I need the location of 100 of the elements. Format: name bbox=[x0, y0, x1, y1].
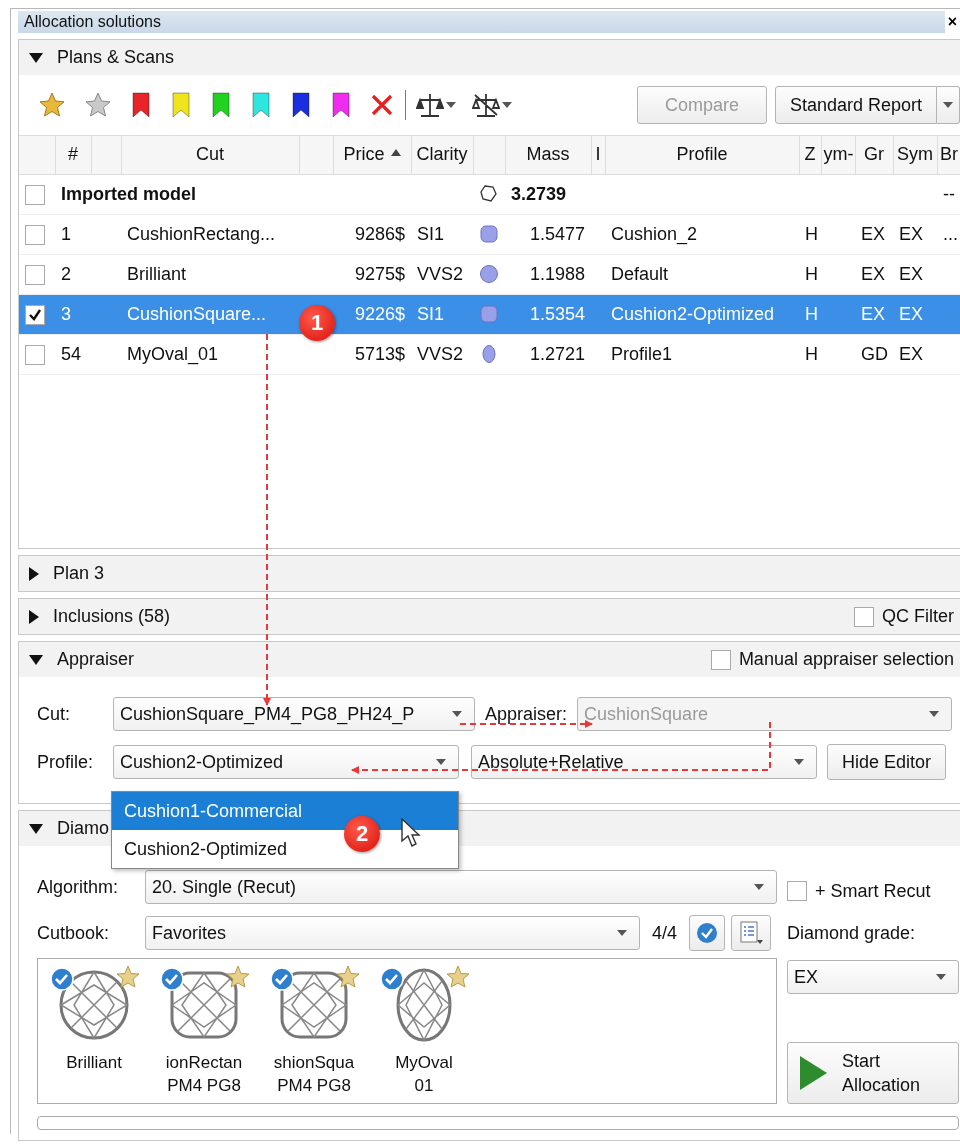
close-button[interactable]: × bbox=[944, 13, 960, 31]
panel-header[interactable]: Plan 3 bbox=[19, 556, 960, 591]
column-header[interactable]: Gr bbox=[855, 136, 893, 174]
gem-shape-icon bbox=[479, 344, 499, 364]
table-cell: EX bbox=[893, 334, 937, 374]
checkbox-label: + Smart Recut bbox=[815, 880, 931, 902]
panel-title: Inclusions (58) bbox=[53, 606, 171, 627]
cut-dropdown[interactable]: CushionSquare_PM4_PG8_PH24_P bbox=[113, 697, 475, 731]
grade-dropdown[interactable]: EX bbox=[787, 960, 959, 994]
mode-dropdown[interactable]: Absolute+Relative bbox=[471, 745, 817, 779]
column-header[interactable] bbox=[299, 136, 333, 174]
column-title: Br bbox=[940, 144, 958, 165]
column-header[interactable] bbox=[91, 136, 121, 174]
column-header[interactable]: Profile bbox=[605, 136, 799, 174]
select-all-button[interactable] bbox=[689, 915, 725, 951]
hide-editor-button[interactable]: Hide Editor bbox=[827, 744, 947, 780]
flag-icon[interactable] bbox=[131, 92, 151, 118]
field-label: Cut: bbox=[37, 703, 71, 725]
algorithm-dropdown[interactable]: 20. Single (Recut) bbox=[145, 870, 777, 904]
field-label: Algorithm: bbox=[37, 876, 120, 898]
table-cell: H bbox=[799, 334, 821, 374]
table-row[interactable]: 54 MyOval_01 5713$ VVS2 1.2721 Profile1 H GD EX bbox=[19, 334, 960, 374]
scales-button[interactable] bbox=[472, 92, 512, 118]
caret-icon bbox=[502, 102, 512, 108]
panel-title: Appraiser bbox=[57, 649, 135, 670]
column-header[interactable] bbox=[473, 136, 505, 174]
checkbox[interactable] bbox=[25, 304, 45, 325]
column-header[interactable]: ym- bbox=[821, 136, 855, 174]
checkbox[interactable] bbox=[854, 606, 874, 627]
table-row[interactable]: 1 CushionRectang... 9286$ SI1 1.5477 Cushion_2 H EX EX ... bbox=[19, 214, 960, 254]
cut-name[interactable]: ionRectan PM4 PG8 bbox=[165, 1051, 243, 1097]
table-cell: H bbox=[799, 214, 821, 254]
column-header[interactable]: Cut bbox=[121, 136, 299, 174]
table-row[interactable]: Imported model 3.2739 -- bbox=[19, 174, 960, 214]
column-header[interactable]: # bbox=[55, 136, 91, 174]
column-header[interactable]: Sym bbox=[893, 136, 937, 174]
column-header[interactable]: Z bbox=[799, 136, 821, 174]
table-cell: 2 bbox=[55, 254, 91, 294]
column-title: Z bbox=[804, 144, 816, 165]
table-cell: SI1 bbox=[411, 294, 473, 334]
dropdown-caret-icon bbox=[929, 711, 939, 717]
checkbox[interactable] bbox=[25, 344, 45, 365]
table-cell: EX bbox=[893, 254, 937, 294]
column-header[interactable]: I bbox=[591, 136, 605, 174]
cursor-icon bbox=[400, 818, 422, 848]
panel-header[interactable]: Inclusions (58) QC Filter bbox=[19, 599, 960, 634]
dropdown-caret-icon bbox=[794, 759, 804, 765]
gem-shape-icon bbox=[479, 304, 499, 324]
cutbook-dropdown[interactable]: Favorites bbox=[145, 916, 640, 950]
table-cell: 1.5354 bbox=[505, 294, 591, 334]
column-title: ym- bbox=[823, 144, 854, 165]
checkbox[interactable] bbox=[710, 649, 731, 670]
column-title: Sym bbox=[897, 144, 933, 165]
cut-name[interactable]: Brilliant bbox=[66, 1051, 122, 1074]
checkbox[interactable] bbox=[25, 184, 45, 205]
cut-name[interactable]: shionSqua PM4 PG8 bbox=[273, 1051, 355, 1097]
column-header[interactable]: Br bbox=[937, 136, 960, 174]
field-label: Diamond grade: bbox=[787, 922, 917, 945]
profile-dropdown[interactable]: Cushion2-Optimized bbox=[113, 745, 459, 779]
start-allocation-button[interactable]: Start Allocation bbox=[787, 1042, 959, 1104]
checkbox[interactable] bbox=[787, 881, 807, 901]
panel-header[interactable]: Plans & Scans bbox=[19, 40, 960, 75]
cut-count: 4/4 bbox=[651, 922, 677, 944]
report-button[interactable]: Standard Report bbox=[774, 86, 937, 124]
column-title: Price bbox=[343, 144, 385, 165]
panel-title: Plan 3 bbox=[53, 563, 105, 584]
table-cell: 9275$ bbox=[333, 254, 411, 294]
checkbox[interactable] bbox=[25, 264, 45, 285]
panel-header[interactable]: Appraiser Manual appraiser selection bbox=[19, 642, 960, 677]
column-header[interactable]: Price bbox=[333, 136, 411, 174]
crossed-scales-icon bbox=[472, 92, 500, 118]
dropdown-caret-icon bbox=[452, 711, 462, 717]
table-cell: 3.2739 bbox=[505, 174, 591, 214]
dropdown-caret-icon bbox=[436, 759, 446, 765]
table-row[interactable]: 2 Brilliant 9275$ VVS2 1.1988 Default H EX EX bbox=[19, 254, 960, 294]
cut-name[interactable]: MyOval 01 bbox=[395, 1051, 453, 1097]
flag-icon[interactable] bbox=[291, 92, 311, 118]
table-cell: 1 bbox=[55, 214, 91, 254]
column-header[interactable]: Mass bbox=[505, 136, 591, 174]
table-cell: H bbox=[799, 254, 821, 294]
checkbox-label: Manual appraiser selection bbox=[738, 649, 954, 670]
star-icon bbox=[39, 92, 65, 118]
dropdown-caret-icon bbox=[616, 930, 627, 936]
table-cell: Cushion2-Optimized bbox=[605, 294, 799, 334]
checkbox[interactable] bbox=[25, 224, 45, 245]
flag-icon[interactable] bbox=[331, 92, 351, 118]
check-circle-icon bbox=[696, 922, 718, 944]
table-cell: EX bbox=[893, 294, 937, 334]
field-label: Profile: bbox=[37, 751, 95, 773]
table-cell: EX bbox=[855, 294, 893, 334]
table-cell: GD bbox=[855, 334, 893, 374]
column-header[interactable]: Clarity bbox=[411, 136, 473, 174]
field-label: Cutbook: bbox=[37, 922, 111, 944]
report-menu-button[interactable] bbox=[937, 86, 960, 124]
table-cell: Default bbox=[605, 254, 799, 294]
list-icon bbox=[738, 921, 764, 945]
column-title: Gr bbox=[864, 144, 884, 165]
scales-button[interactable] bbox=[416, 92, 456, 118]
list-button[interactable] bbox=[731, 915, 771, 951]
column-title: Clarity bbox=[416, 144, 468, 165]
